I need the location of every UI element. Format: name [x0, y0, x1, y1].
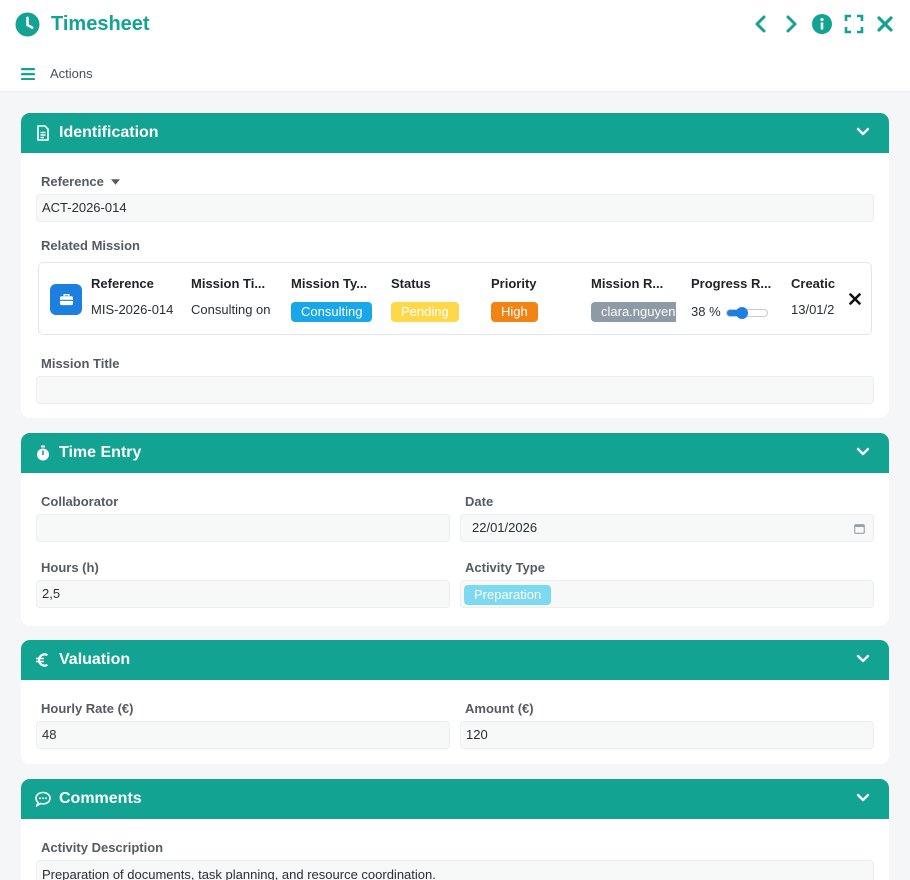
mission-col-progress: Progress R... 38 %: [691, 276, 786, 319]
collaborator-field[interactable]: [36, 514, 450, 542]
reference-field[interactable]: ACT-2026-014: [36, 194, 874, 222]
briefcase-icon: [50, 284, 82, 315]
close-icon[interactable]: [876, 15, 894, 33]
mission-title-field[interactable]: [36, 376, 874, 404]
actions-menu[interactable]: Actions: [21, 66, 93, 81]
comments-section: Comments Activity Description Preparatio…: [21, 779, 889, 880]
chevron-right-icon[interactable]: [782, 14, 800, 34]
hours-field[interactable]: 2,5: [36, 580, 450, 608]
euro-icon: [36, 653, 49, 667]
section-title: Identification: [59, 124, 159, 141]
date-value: 22/01/2026: [472, 520, 538, 535]
progress-slider[interactable]: [725, 306, 768, 319]
chevron-down-icon[interactable]: [856, 793, 870, 803]
mission-reference: MIS-2026-014: [91, 302, 174, 317]
amount-field: 120: [460, 721, 874, 749]
hourly-rate-field[interactable]: 48: [36, 721, 450, 749]
hours-label: Hours (h): [41, 560, 99, 575]
identification-header[interactable]: Identification: [21, 113, 889, 153]
caret-down-icon[interactable]: [110, 178, 120, 185]
valuation-header[interactable]: Valuation: [21, 640, 889, 680]
col-header: Mission Ti...: [191, 276, 266, 291]
mission-type-badge: Consulting: [291, 302, 373, 322]
mission-col-status: Status Pending: [391, 276, 486, 322]
mission-col-created: Creatic 13/01/2: [791, 276, 836, 317]
section-title: Time Entry: [59, 444, 142, 461]
col-header: Mission Ty...: [291, 276, 368, 291]
col-header: Progress R...: [691, 276, 772, 291]
fullscreen-icon[interactable]: [844, 14, 864, 34]
header-bar: Timesheet Actions: [0, 0, 910, 92]
activity-type-field[interactable]: Preparation: [460, 580, 874, 608]
mission-col-responsible: Mission R... clara.nguyen: [591, 276, 676, 322]
activity-type-badge: Preparation: [464, 584, 552, 605]
activity-description-field[interactable]: Preparation of documents, task planning,…: [36, 860, 874, 880]
reference-label: Reference: [41, 174, 104, 189]
chevron-left-icon[interactable]: [752, 14, 770, 34]
time-entry-header[interactable]: Time Entry: [21, 433, 889, 473]
mission-col-title: Mission Ti... Consulting on: [191, 276, 286, 317]
status-badge: Pending: [391, 302, 459, 322]
activity-type-label: Activity Type: [465, 560, 545, 575]
chevron-down-icon[interactable]: [856, 447, 870, 457]
comments-header[interactable]: Comments: [21, 779, 889, 819]
time-entry-section: Time Entry Collaborator Date 22/01/2026 …: [21, 433, 889, 626]
col-header: Status: [391, 276, 431, 291]
hamburger-icon[interactable]: [21, 67, 35, 80]
mission-created: 13/01/2: [791, 302, 835, 317]
related-mission-label: Related Mission: [41, 238, 140, 253]
info-icon[interactable]: [812, 14, 832, 34]
activity-description-label: Activity Description: [41, 840, 164, 855]
related-mission-card[interactable]: Reference MIS-2026-014 Mission Ti... Con…: [38, 262, 872, 335]
mission-col-priority: Priority High: [491, 276, 586, 322]
amount-label: Amount (€): [465, 701, 534, 716]
mission-title: Consulting on: [191, 302, 271, 317]
responsible-badge: clara.nguyen: [591, 302, 676, 322]
col-header: Priority: [491, 276, 537, 291]
col-header: Mission R...: [591, 276, 664, 291]
col-header: Creatic: [791, 276, 836, 291]
mission-col-reference: Reference MIS-2026-014: [91, 276, 186, 317]
hourly-rate-label: Hourly Rate (€): [41, 701, 134, 716]
page-title: Timesheet: [51, 13, 150, 35]
date-label: Date: [465, 494, 494, 509]
actions-label[interactable]: Actions: [50, 66, 93, 81]
mission-title-label: Mission Title: [41, 356, 120, 371]
mission-col-type: Mission Ty... Consulting: [291, 276, 386, 322]
chevron-down-icon[interactable]: [856, 127, 870, 137]
section-title: Valuation: [59, 651, 131, 668]
date-field[interactable]: 22/01/2026: [460, 514, 874, 542]
progress-slider-knob[interactable]: [735, 306, 748, 319]
calendar-icon[interactable]: [854, 523, 865, 534]
section-title: Comments: [59, 790, 142, 807]
progress-text: 38 %: [691, 304, 721, 319]
clock-icon: [15, 12, 40, 37]
stopwatch-icon: [37, 445, 49, 461]
chevron-down-icon[interactable]: [856, 654, 870, 664]
collaborator-label: Collaborator: [41, 494, 119, 509]
col-header: Reference: [91, 276, 154, 291]
identification-section: Identification Reference ACT-2026-014 Re…: [21, 113, 889, 418]
remove-icon[interactable]: [849, 293, 861, 305]
document-icon: [37, 125, 49, 141]
reference-label-row[interactable]: Reference: [41, 174, 120, 189]
priority-badge: High: [491, 302, 538, 322]
chat-icon: [35, 791, 51, 807]
valuation-section: Valuation Hourly Rate (€) 48 Amount (€) …: [21, 640, 889, 764]
